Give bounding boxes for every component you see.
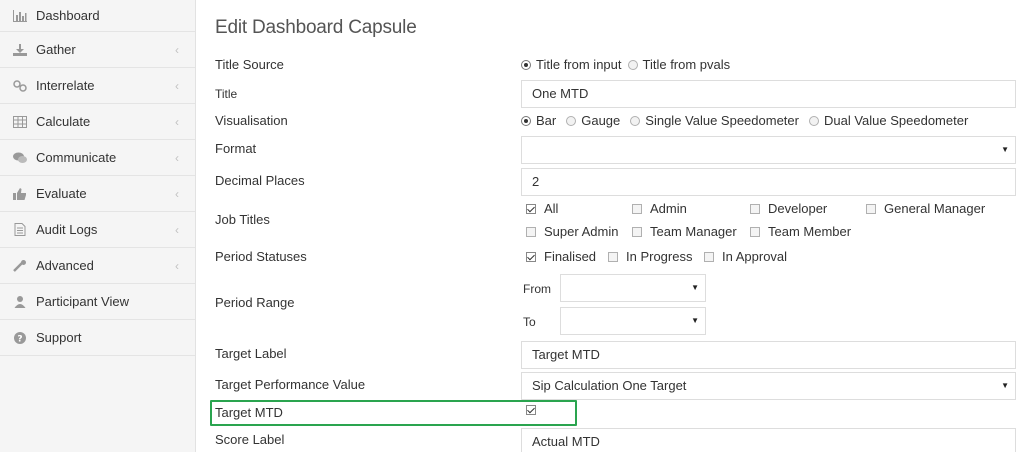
job-title-admin-checkbox[interactable]: Admin: [632, 201, 687, 216]
sidebar-item-support[interactable]: ? Support: [0, 320, 195, 356]
sidebar-item-communicate[interactable]: Communicate ‹: [0, 140, 195, 176]
sidebar-item-participant-view[interactable]: Participant View: [0, 284, 195, 320]
sidebar-item-calculate[interactable]: Calculate ‹: [0, 104, 195, 140]
period-statuses-label: Period Statuses: [215, 249, 307, 264]
target-performance-value-select[interactable]: Sip Calculation One Target ▼: [521, 372, 1016, 400]
job-title-team-member-checkbox[interactable]: Team Member: [750, 224, 851, 239]
sidebar-item-label: Advanced: [36, 258, 94, 273]
radio-unselected[interactable]: [630, 115, 641, 126]
sidebar-item-audit-logs[interactable]: Audit Logs ‹: [0, 212, 195, 248]
title-source-option-pvals[interactable]: Title from pvals: [627, 57, 730, 72]
job-titles-label: Job Titles: [215, 212, 270, 227]
wrench-icon: [12, 259, 28, 273]
visualisation-radio-group: Bar Gauge Single Value Speedometer Dual …: [521, 113, 974, 128]
job-title-general-manager-checkbox[interactable]: General Manager: [866, 201, 985, 216]
sidebar-item-dashboard[interactable]: Dashboard: [0, 0, 195, 32]
sidebar-item-label: Support: [36, 330, 82, 345]
caret-down-icon: ▼: [1001, 145, 1009, 154]
format-label: Format: [215, 141, 257, 156]
visualisation-option-dual-speedometer[interactable]: Dual Value Speedometer: [808, 113, 968, 128]
visualisation-option-gauge[interactable]: Gauge: [566, 113, 620, 128]
question-circle-icon: ?: [12, 331, 28, 345]
sidebar: Dashboard Gather ‹ Interrelate ‹ Calcula…: [0, 0, 196, 452]
sidebar-item-advanced[interactable]: Advanced ‹: [0, 248, 195, 284]
radio-unselected[interactable]: [627, 59, 638, 70]
comments-icon: [12, 151, 28, 165]
chevron-left-icon: ‹: [175, 43, 179, 57]
user-icon: [12, 295, 28, 309]
svg-text:?: ?: [17, 334, 22, 344]
format-select[interactable]: ▼: [521, 136, 1016, 164]
title-source-option-input[interactable]: Title from input: [521, 57, 622, 72]
sidebar-item-evaluate[interactable]: Evaluate ‹: [0, 176, 195, 212]
radio-unselected[interactable]: [808, 115, 819, 126]
chevron-left-icon: ‹: [175, 115, 179, 129]
decimal-places-label: Decimal Places: [215, 173, 305, 188]
sidebar-item-label: Gather: [36, 42, 76, 57]
target-mtd-highlight-box: [210, 400, 577, 426]
period-to-label: To: [523, 315, 536, 329]
sidebar-item-label: Calculate: [36, 114, 91, 129]
main-content: Edit Dashboard Capsule Title Source Titl…: [197, 0, 1024, 452]
sidebar-item-label: Evaluate: [36, 186, 87, 201]
sidebar-item-label: Dashboard: [36, 8, 100, 23]
visualisation-label: Visualisation: [215, 113, 288, 128]
period-status-in-approval-checkbox[interactable]: In Approval: [704, 249, 787, 264]
job-title-super-admin-checkbox[interactable]: Super Admin: [526, 224, 618, 239]
target-label-input[interactable]: Target MTD: [521, 341, 1016, 369]
page-title: Edit Dashboard Capsule: [215, 17, 417, 38]
link-icon: [12, 79, 28, 93]
sidebar-item-label: Audit Logs: [36, 222, 98, 237]
period-status-in-progress-checkbox[interactable]: In Progress: [608, 249, 692, 264]
visualisation-option-single-speedometer[interactable]: Single Value Speedometer: [630, 113, 799, 128]
caret-down-icon: ▼: [691, 283, 699, 292]
radio-selected[interactable]: [521, 115, 531, 126]
score-label-label: Score Label: [215, 432, 285, 447]
period-from-select[interactable]: ▼: [560, 274, 706, 302]
title-source-label: Title Source: [215, 57, 284, 72]
title-input[interactable]: One MTD: [521, 80, 1016, 108]
period-range-label: Period Range: [215, 295, 295, 310]
sidebar-item-label: Participant View: [36, 294, 129, 309]
sidebar-item-gather[interactable]: Gather ‹: [0, 32, 195, 68]
job-title-team-manager-checkbox[interactable]: Team Manager: [632, 224, 737, 239]
chevron-left-icon: ‹: [175, 259, 179, 273]
target-performance-value-label: Target Performance Value: [215, 377, 366, 392]
job-title-all-checkbox[interactable]: All: [526, 201, 558, 216]
score-label-input[interactable]: Actual MTD: [521, 428, 1016, 452]
chevron-left-icon: ‹: [175, 151, 179, 165]
download-icon: [12, 43, 28, 57]
document-icon: [12, 223, 28, 237]
target-label-label: Target Label: [215, 346, 287, 361]
bar-chart-icon: [12, 9, 28, 23]
table-icon: [12, 115, 28, 129]
sidebar-item-label: Communicate: [36, 150, 117, 165]
period-status-finalised-checkbox[interactable]: Finalised: [526, 249, 596, 264]
caret-down-icon: ▼: [691, 316, 699, 325]
thumbs-up-icon: [12, 187, 28, 201]
chevron-left-icon: ‹: [175, 187, 179, 201]
sidebar-item-interrelate[interactable]: Interrelate ‹: [0, 68, 195, 104]
title-label: Title: [215, 87, 238, 101]
chevron-left-icon: ‹: [175, 79, 179, 93]
job-title-developer-checkbox[interactable]: Developer: [750, 201, 827, 216]
decimal-places-input[interactable]: 2: [521, 168, 1016, 196]
visualisation-option-bar[interactable]: Bar: [521, 113, 556, 128]
period-from-label: From: [523, 282, 551, 296]
chevron-left-icon: ‹: [175, 223, 179, 237]
caret-down-icon: ▼: [1001, 381, 1009, 390]
radio-selected[interactable]: [521, 59, 531, 70]
sidebar-item-label: Interrelate: [36, 78, 95, 93]
period-to-select[interactable]: ▼: [560, 307, 706, 335]
title-source-radio-group: Title from input Title from pvals: [521, 57, 736, 72]
radio-unselected[interactable]: [566, 115, 577, 126]
